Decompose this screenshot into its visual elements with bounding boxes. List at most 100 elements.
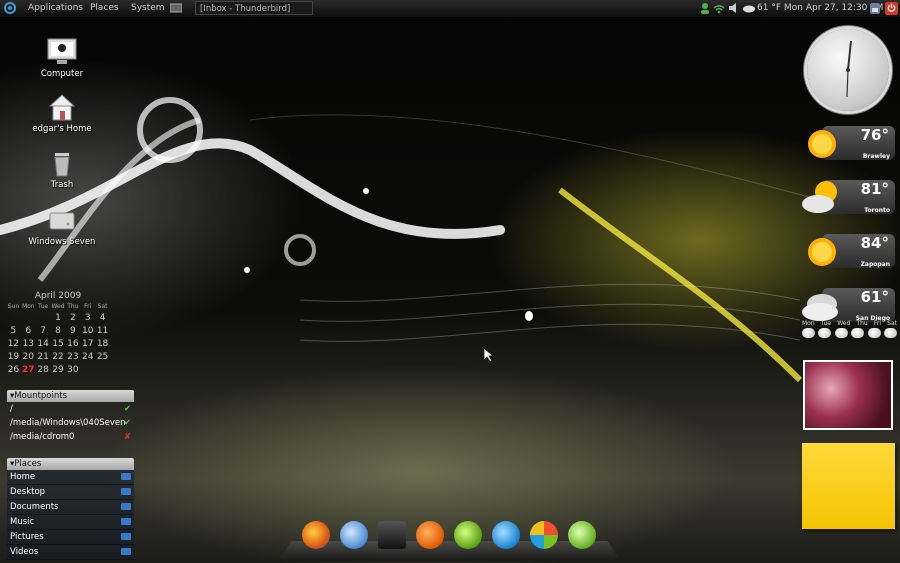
calendar-day[interactable]: 3 [80, 313, 95, 323]
show-desktop-icon[interactable] [169, 0, 183, 17]
calendar-day[interactable]: 14 [36, 339, 51, 349]
forecast-icons [802, 328, 897, 338]
calendar-day[interactable]: 21 [36, 352, 51, 362]
weather-forecast: Mon Tue Wed Thu Fri Sat [802, 320, 897, 338]
calendar-day[interactable]: 2 [65, 313, 80, 323]
mountpoint-row[interactable]: /media/cdrom0 ✘ [7, 430, 134, 444]
calendar-day[interactable]: 11 [95, 326, 110, 336]
menu-places[interactable]: Places [90, 0, 119, 17]
taskbar-window-button[interactable]: [Inbox - Thunderbird] [195, 1, 313, 15]
desktop-icon-windows-seven[interactable]: Windows Seven [22, 205, 102, 247]
places-item-music[interactable]: Music [7, 515, 134, 530]
calendar-day[interactable]: 9 [65, 326, 80, 336]
mounted-check-icon: ✔ [123, 404, 131, 414]
weather-widget-brawley[interactable]: 76° Brawley [800, 120, 895, 166]
calendar-day[interactable]: 26 [6, 365, 21, 375]
users-icon[interactable] [699, 0, 711, 17]
calendar-day[interactable]: 7 [36, 326, 51, 336]
calendar-day[interactable]: 30 [65, 365, 80, 375]
calendar-day[interactable]: 16 [65, 339, 80, 349]
places-item-label: Documents [10, 502, 59, 512]
places-item-documents[interactable]: Documents [7, 500, 134, 515]
photo-frame-widget[interactable] [803, 360, 893, 430]
calendar-day[interactable]: 20 [21, 352, 36, 362]
mountpoints-header[interactable]: ▾Mountpoints [7, 390, 134, 402]
calendar-day[interactable]: 10 [80, 326, 95, 336]
panel-weather-temp[interactable]: 61 °F [757, 0, 781, 17]
weather-temp: 81° [860, 180, 889, 198]
sticky-note-widget[interactable] [802, 443, 895, 529]
sun-icon [808, 130, 836, 158]
calendar-day[interactable]: 13 [21, 339, 36, 349]
messenger-icon[interactable] [530, 521, 558, 549]
update-icon[interactable] [416, 521, 444, 549]
calendar-day [95, 365, 110, 375]
lock-icon[interactable] [869, 0, 881, 17]
places-item-home[interactable]: Home [7, 470, 134, 485]
desktop-icon-label: Computer [40, 69, 84, 79]
calendar-day[interactable]: 18 [95, 339, 110, 349]
menu-applications[interactable]: Applications [28, 0, 83, 17]
home-folder-icon [46, 92, 78, 122]
desktop-icon-computer[interactable]: Computer [22, 37, 102, 79]
skype-icon[interactable] [492, 521, 520, 549]
clock-face-icon [846, 40, 852, 98]
places-item-desktop[interactable]: Desktop [7, 485, 134, 500]
mountpoint-path: / [10, 404, 13, 414]
desktop-icon-label: Trash [50, 180, 74, 190]
desktop-icon-trash[interactable]: Trash [22, 148, 102, 190]
calendar-day[interactable]: 15 [51, 339, 66, 349]
places-header[interactable]: ▾Places [7, 458, 134, 470]
menu-system[interactable]: System [131, 0, 165, 17]
calendar-day[interactable]: 1 [51, 313, 66, 323]
analog-clock-widget[interactable] [807, 29, 889, 111]
places-panel: ▾Places Home Desktop Documents Music Pic… [7, 458, 134, 560]
computer-icon [46, 37, 78, 67]
weather-cloud-icon[interactable] [742, 0, 756, 17]
calendar-day[interactable]: 24 [80, 352, 95, 362]
calendar-day[interactable]: 19 [6, 352, 21, 362]
calendar-day[interactable]: 28 [36, 365, 51, 375]
firefox-icon[interactable] [302, 521, 330, 549]
calendar-day[interactable]: 29 [51, 365, 66, 375]
volume-icon[interactable] [728, 0, 740, 17]
calendar-weekday: Tue [38, 303, 49, 310]
mouse-cursor-icon [484, 348, 494, 362]
calendar-day[interactable]: 5 [6, 326, 21, 336]
calendar-day[interactable]: 4 [95, 313, 110, 323]
calendar-day[interactable]: 22 [51, 352, 66, 362]
places-item-label: Home [10, 472, 36, 482]
weather-city: Brawley [862, 153, 890, 160]
calendar-day[interactable]: 8 [51, 326, 66, 336]
calendar-day [36, 313, 51, 323]
calendar-day[interactable]: 25 [95, 352, 110, 362]
weather-temp: 76° [860, 126, 889, 144]
calendar-weekday: Wed [51, 303, 65, 310]
calendar-day[interactable]: 6 [21, 326, 36, 336]
calendar-day[interactable]: 23 [65, 352, 80, 362]
weather-widget-zapopan[interactable]: 84° Zapopan [800, 228, 895, 274]
globe-icon[interactable] [340, 521, 368, 549]
calendar-day[interactable]: 12 [6, 339, 21, 349]
unmounted-cross-icon: ✘ [123, 432, 131, 442]
emesene-icon[interactable] [568, 521, 596, 549]
calendar-day[interactable]: 17 [80, 339, 95, 349]
calendar-weekday: Thu [67, 303, 79, 310]
terminal-icon[interactable] [378, 521, 406, 549]
gnome-foot-icon[interactable] [3, 0, 17, 17]
mountpoint-row[interactable]: /media/Windows\040Seven ✔ [7, 416, 134, 430]
calendar-weekday: Sun [7, 303, 20, 310]
chat-icon[interactable] [454, 521, 482, 549]
places-item-pictures[interactable]: Pictures [7, 530, 134, 545]
shutdown-icon[interactable] [885, 0, 899, 17]
wifi-icon[interactable] [712, 0, 726, 17]
forecast-cloud-icon [818, 328, 832, 338]
sun-icon [808, 238, 836, 266]
desktop-icon-home[interactable]: edgar's Home [22, 92, 102, 134]
mountpoint-row[interactable]: / ✔ [7, 402, 134, 416]
folder-icon [121, 533, 131, 540]
forecast-cloud-icon [851, 328, 865, 338]
weather-widget-toronto[interactable]: 81° Toronto [800, 174, 895, 220]
places-item-videos[interactable]: Videos [7, 545, 134, 560]
calendar-day[interactable]: 27 [21, 365, 36, 375]
